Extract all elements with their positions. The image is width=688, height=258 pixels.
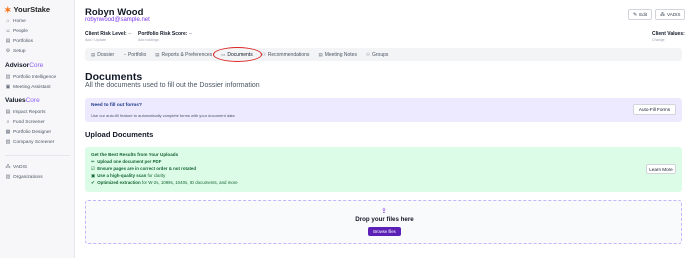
sidebar-item-portfolio-designer[interactable]: ▦ Portfolio Designer (0, 127, 75, 137)
autofill-panel-title: Need to fill out forms? (91, 103, 142, 108)
learn-more-button[interactable]: Learn More (646, 164, 676, 174)
tab-recommendations[interactable]: ⚇ Recommendations (262, 52, 310, 58)
brand-name: YourStake (13, 5, 51, 14)
fund-screener-icon: ⌕ (6, 119, 10, 125)
nav-bottom: ⁂ VADIS ▥ Organizations (0, 162, 75, 182)
portfolios-icon: ▤ (5, 38, 11, 44)
setup-icon: ⚙ (5, 48, 11, 54)
sidebar-item-portfolios[interactable]: ▤ Portfolios (0, 36, 75, 46)
tip-item: ☑ Ensure pages are in correct order & no… (91, 166, 197, 171)
client-email[interactable]: robynwood@sample.net (85, 17, 150, 23)
upload-tips-panel: Get the Best Results from Your Uploads ✏… (85, 147, 682, 192)
impact-reports-icon: ▤ (5, 109, 11, 115)
autofill-panel-description: Use our auto-fill feature to automatical… (91, 113, 235, 118)
auto-fill-forms-button[interactable]: Auto-Fill Forms (633, 104, 676, 115)
edit-icon: ✎ (633, 11, 638, 18)
vadis-icon: ⁂ (660, 11, 665, 18)
sidebar-item-meeting-assistant[interactable]: ▣ Meeting Assistant (0, 82, 75, 92)
main-content: Robyn Wood robynwood@sample.net ✎ Edit ⁂… (75, 0, 688, 258)
nav-values: ▤ Impact Reports ⌕ Fund Screener ▦ Portfoli… (0, 107, 75, 147)
checkbox-icon: ☑ (91, 166, 95, 171)
tips-title: Get the Best Results from Your Uploads (91, 152, 179, 157)
client-values-change-link[interactable]: Change (652, 38, 665, 42)
tab-dossier[interactable]: ▤ Dossier (91, 52, 114, 58)
people-icon: ☺ (5, 28, 11, 34)
sidebar-divider (5, 155, 70, 156)
pencil-icon: ✏ (91, 159, 95, 164)
edit-button[interactable]: ✎ Edit (628, 9, 653, 20)
meeting-assistant-icon: ▣ (5, 84, 11, 90)
portfolio-icon: ◔ (123, 52, 126, 57)
page-subtitle: All the documents used to fill out the D… (85, 82, 260, 89)
client-values: Client Values: (652, 31, 685, 37)
tip-item: ✔ Optimized extraction for W-2s, 1099s, … (91, 180, 238, 185)
documents-icon: ▭ (221, 51, 226, 57)
home-icon: ⌂ (6, 18, 10, 24)
sidebar-item-vadis[interactable]: ⁂ VADIS (0, 162, 75, 172)
upload-icon: ⇪ (381, 208, 387, 215)
recommendations-icon: ⚇ (261, 51, 266, 57)
vadis-button[interactable]: ⁂ VADIS (655, 9, 686, 20)
sidebar-item-impact-reports[interactable]: ▤ Impact Reports (0, 107, 75, 117)
tab-documents[interactable]: ▭ Documents (213, 46, 262, 62)
tip-item: ✏ Upload one document per PDF (91, 159, 162, 164)
sidebar-item-organizations[interactable]: ▥ Organizations (0, 172, 75, 182)
tab-reports-preferences[interactable]: ▤ Reports & Preferences (155, 52, 212, 58)
values-core-heading: ValuesCore (5, 97, 40, 104)
file-dropzone[interactable]: ⇪ Drop your files here Browse files (85, 200, 682, 244)
sidebar-item-portfolio-intelligence[interactable]: ▥ Portfolio Intelligence (0, 72, 75, 82)
check-icon: ✔ (91, 180, 95, 185)
client-risk-level: Client Risk Level: -- (85, 31, 132, 37)
tab-portfolio[interactable]: ◔ Portfolio (123, 52, 146, 58)
portfolio-risk-add-link[interactable]: Add holdings (138, 38, 159, 42)
reports-icon: ▤ (155, 51, 160, 57)
sidebar-item-people[interactable]: ☺ People (0, 26, 75, 36)
client-risk-add-link[interactable]: Add / Update (85, 38, 106, 42)
portfolio-designer-icon: ▦ (5, 129, 11, 135)
organizations-icon: ▥ (5, 174, 11, 180)
sidebar-item-fund-screener[interactable]: ⌕ Fund Screener (0, 117, 75, 127)
vadis-icon: ⁂ (5, 164, 11, 170)
company-screener-icon: ▧ (5, 139, 11, 145)
nav-advisor: ▥ Portfolio Intelligence ▣ Meeting Assista… (0, 72, 75, 92)
sidebar-item-setup[interactable]: ⚙ Setup (0, 46, 75, 56)
camera-icon: ▣ (91, 173, 96, 178)
browse-files-button[interactable]: Browse files (368, 227, 401, 236)
portfolio-intelligence-icon: ▥ (5, 74, 11, 80)
sidebar: ✶ YourStake ⌂ Home ☺ People ▤ Portfolios ⚙ S… (0, 0, 75, 258)
groups-icon: ⚇ (365, 51, 370, 57)
upload-documents-heading: Upload Documents (85, 130, 154, 139)
nav-top: ⌂ Home ☺ People ▤ Portfolios ⚙ Setup (0, 16, 75, 56)
dropzone-title: Drop your files here (355, 216, 414, 223)
brand-logo[interactable]: ✶ YourStake (4, 5, 50, 14)
sidebar-item-company-screener[interactable]: ▧ Company Screener (0, 137, 75, 147)
tip-item: ▣ Use a high-quality scan for clarity (91, 173, 166, 178)
yourstake-logo-icon: ✶ (4, 4, 12, 15)
autofill-panel: Need to fill out forms? Use our auto-fil… (85, 98, 682, 122)
dossier-icon: ▤ (91, 51, 96, 57)
tab-meeting-notes[interactable]: ▤ Meeting Notes (318, 52, 357, 58)
tab-bar: ▤ Dossier ◔ Portfolio ▤ Reports & Preferenc… (85, 46, 682, 62)
sidebar-item-home[interactable]: ⌂ Home (0, 16, 75, 26)
tab-groups[interactable]: ⚇ Groups (366, 52, 388, 58)
meeting-notes-icon: ▤ (318, 51, 323, 57)
portfolio-risk-score: Portfolio Risk Score: -- (138, 31, 193, 37)
advisor-core-heading: AdvisorCore (5, 62, 44, 69)
